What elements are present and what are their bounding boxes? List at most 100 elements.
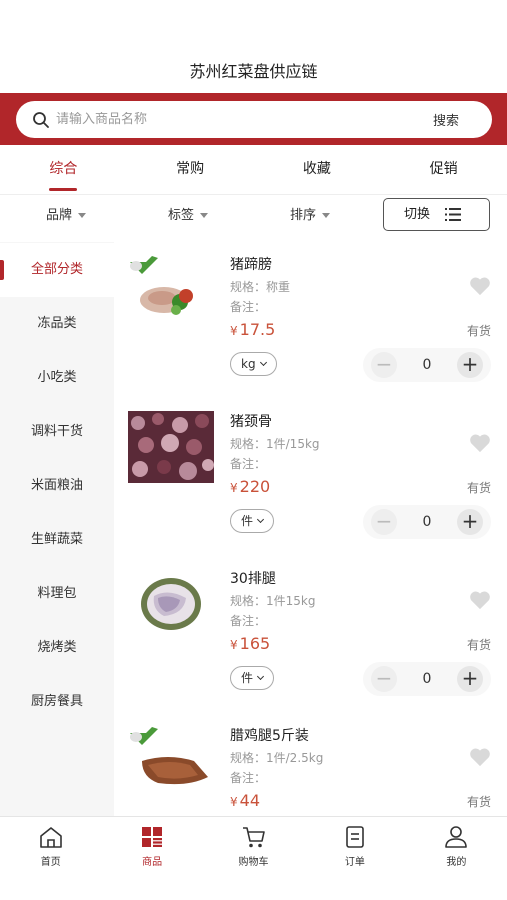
quantity-value[interactable]: 0 [407, 348, 447, 382]
category-item[interactable]: 米面粮油 [0, 459, 114, 513]
stock-status: 有货 [466, 324, 491, 338]
category-item[interactable]: 调料干货 [0, 405, 114, 459]
brand-filter[interactable]: 品牌 [46, 196, 87, 236]
quantity-stepper: − 0 + [363, 505, 491, 539]
product-name: 猪颈骨 [230, 414, 272, 430]
category-item[interactable]: 冻品类 [0, 297, 114, 351]
currency-symbol: ¥ [230, 638, 238, 652]
stock-status: 有货 [466, 481, 491, 495]
chevron-down-icon [256, 672, 265, 681]
product-remark: 备注： [230, 300, 267, 314]
unit-label: 件 [241, 671, 254, 685]
tabbar-item-me[interactable]: 我的 [406, 817, 507, 900]
heart-icon[interactable] [469, 590, 491, 610]
tag-filter[interactable]: 标签 [168, 196, 209, 236]
page-title: 苏州红菜盘供应链 [189, 62, 318, 81]
product-name: 腊鸡腿5斤装 [230, 728, 309, 744]
cart-icon [242, 827, 265, 848]
sort-filter-label: 排序 [290, 208, 317, 223]
order-icon [346, 826, 364, 848]
page: 苏州红菜盘供应链 搜索 综合 常购 收藏 促销 品牌 标签 排序 切换 [0, 0, 507, 900]
tabbar-label: 订单 [344, 857, 365, 868]
product-card[interactable]: 猪颈骨 规格：1件/15kg 备注： ¥220 有货 件 − 0 + [114, 399, 507, 555]
minus-button[interactable]: − [371, 352, 397, 378]
product-image [128, 725, 214, 797]
product-image [128, 254, 214, 326]
search-icon [32, 111, 50, 129]
caret-down-icon [78, 213, 87, 218]
search-input[interactable] [56, 112, 416, 127]
unit-selector[interactable]: 件 [230, 509, 275, 533]
tab-favorites[interactable]: 收藏 [254, 147, 381, 193]
quantity-value[interactable]: 0 [407, 505, 447, 539]
tabbar-item-orders[interactable]: 订单 [304, 817, 405, 900]
product-card[interactable]: 腊鸡腿5斤装 规格：1件/2.5kg 备注： ¥44 有货 [114, 713, 507, 816]
tabbar-item-home[interactable]: 首页 [0, 817, 101, 900]
quantity-stepper: − 0 + [363, 348, 491, 382]
plus-button[interactable]: + [457, 666, 483, 692]
category-item[interactable]: 厨房餐具 [0, 675, 114, 729]
chevron-down-icon [259, 358, 267, 367]
minus-button[interactable]: − [371, 666, 397, 692]
list-view-icon [445, 208, 461, 221]
product-card[interactable]: 猪蹄膀 规格：称重 备注： ¥17.5 有货 kg − 0 + [114, 242, 507, 398]
quantity-value[interactable]: 0 [407, 662, 447, 696]
top-tabs: 综合 常购 收藏 促销 [0, 147, 507, 193]
heart-icon[interactable] [469, 747, 491, 767]
product-spec: 规格：1件/15kg [230, 437, 320, 451]
search-button[interactable]: 搜索 [416, 110, 476, 129]
tabbar-label: 商品 [142, 857, 163, 868]
plus-button[interactable]: + [457, 352, 483, 378]
heart-icon[interactable] [469, 276, 491, 296]
filter-bar: 品牌 标签 排序 切换 [0, 196, 507, 238]
product-price: ¥17.5 [230, 320, 275, 339]
heart-icon[interactable] [469, 433, 491, 453]
category-item-all[interactable]: 全部分类 [0, 243, 114, 297]
sort-filter[interactable]: 排序 [290, 196, 331, 236]
price-value: 44 [239, 791, 260, 810]
bottom-tabbar: 首页 商品 购物车 订单 我的 [0, 816, 507, 900]
unit-selector[interactable]: kg [230, 352, 277, 376]
category-sidebar: 全部分类 冻品类 小吃类 调料干货 米面粮油 生鲜蔬菜 料理包 烧烤类 厨房餐具 [0, 242, 114, 816]
unit-label: 件 [241, 514, 254, 528]
caret-down-icon [200, 213, 209, 218]
user-icon [445, 826, 468, 848]
product-spec: 规格：称重 [230, 280, 291, 294]
tabbar-item-products[interactable]: 商品 [101, 817, 202, 900]
product-list: 猪蹄膀 规格：称重 备注： ¥17.5 有货 kg − 0 + 猪颈骨 规格：1… [114, 242, 507, 816]
unit-selector[interactable]: 件 [230, 666, 275, 690]
unit-label: kg [241, 357, 256, 371]
product-remark: 备注： [230, 771, 267, 785]
product-card[interactable]: 30排腿 规格：1件15kg 备注： ¥165 有货 件 − 0 + [114, 556, 507, 712]
tab-promotion[interactable]: 促销 [380, 147, 507, 193]
product-name: 30排腿 [230, 571, 276, 587]
product-image [128, 411, 214, 483]
currency-symbol: ¥ [230, 481, 238, 495]
category-item[interactable]: 料理包 [0, 567, 114, 621]
product-price: ¥44 [230, 791, 260, 810]
category-item[interactable]: 烧烤类 [0, 621, 114, 675]
search-box: 搜索 [16, 101, 492, 138]
tabbar-label: 购物车 [238, 857, 269, 868]
tab-comprehensive[interactable]: 综合 [0, 147, 127, 193]
tabbar-item-cart[interactable]: 购物车 [203, 817, 304, 900]
product-spec: 规格：1件15kg [230, 594, 316, 608]
tabbar-label: 首页 [40, 857, 61, 868]
tab-frequent[interactable]: 常购 [127, 147, 254, 193]
plus-button[interactable]: + [457, 509, 483, 535]
home-icon [39, 827, 62, 848]
product-image [128, 568, 214, 640]
chevron-down-icon [256, 515, 265, 524]
stock-status: 有货 [466, 638, 491, 652]
currency-symbol: ¥ [230, 795, 238, 809]
tag-filter-label: 标签 [168, 208, 195, 223]
minus-button[interactable]: − [371, 509, 397, 535]
category-item[interactable]: 生鲜蔬菜 [0, 513, 114, 567]
grid-icon [142, 827, 163, 847]
switch-view-button[interactable]: 切换 [383, 198, 490, 231]
quantity-stepper: − 0 + [363, 662, 491, 696]
caret-down-icon [322, 213, 331, 218]
category-item[interactable]: 小吃类 [0, 351, 114, 405]
search-band: 搜索 [0, 93, 507, 145]
product-remark: 备注： [230, 457, 267, 471]
